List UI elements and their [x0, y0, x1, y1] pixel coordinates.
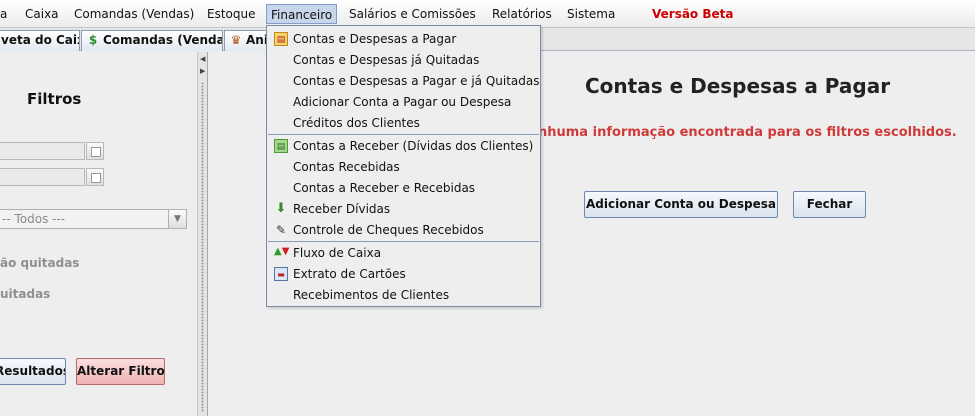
menu-partial[interactable]: a — [0, 4, 7, 24]
alter-filters-button[interactable]: Alterar Filtros — [76, 358, 165, 385]
tab-label: Comandas (Vendas) — [103, 33, 222, 47]
beta-label: Versão Beta — [652, 7, 734, 21]
splitter-grip — [201, 82, 204, 412]
page-title: Contas e Despesas a Pagar — [585, 74, 891, 98]
menu-salarios[interactable]: Salários e Comissões — [349, 4, 476, 24]
dollar-icon: $ — [88, 33, 98, 47]
menu-item-label: Contas e Despesas a Pagar e já Quitadas — [293, 74, 540, 88]
menu-item-contas-quitadas[interactable]: Contas e Despesas já Quitadas — [267, 50, 540, 71]
collapse-left-icon[interactable]: ◀ — [200, 55, 205, 63]
date-start-field[interactable] — [0, 142, 85, 160]
status-select[interactable]: -- Todos --- ▼ — [0, 209, 187, 229]
menu-item-receber-recebidas[interactable]: Contas a Receber e Recebidas — [267, 178, 540, 199]
results-button[interactable]: Resultados — [0, 358, 66, 385]
menu-item-label: Extrato de Cartões — [293, 267, 406, 281]
tab-animais[interactable]: ♛ Ani — [224, 30, 268, 51]
menu-item-label: Contas Recebidas — [293, 160, 400, 174]
menu-item-label: Contas a Receber (Dívidas dos Clientes) — [293, 139, 534, 153]
menu-item-contas-receber[interactable]: ▤ Contas a Receber (Dívidas dos Clientes… — [267, 136, 540, 157]
menu-estoque[interactable]: Estoque — [207, 4, 256, 24]
menu-item-label: Contas a Receber e Recebidas — [293, 181, 476, 195]
menu-item-receber-dividas[interactable]: ⬇ Receber Dívidas — [267, 199, 540, 220]
checkbox-nao-quitadas[interactable]: ão quitadas — [0, 256, 79, 270]
close-button[interactable]: Fechar — [793, 191, 866, 218]
receivable-icon: ▤ — [274, 139, 288, 153]
menubar: a Caixa Comandas (Vendas) Estoque Financ… — [0, 0, 975, 28]
menu-item-fluxo-caixa[interactable]: ▲▼ Fluxo de Caixa — [267, 243, 540, 264]
menu-item-label: Contas e Despesas a Pagar — [293, 32, 457, 46]
card-statement-icon: ▬ — [274, 267, 288, 281]
menu-item-creditos[interactable]: Créditos dos Clientes — [267, 113, 540, 134]
menu-sistema[interactable]: Sistema — [567, 4, 615, 24]
tab-label: veta do Caixa — [1, 33, 79, 47]
menu-caixa[interactable]: Caixa — [25, 4, 59, 24]
tab-caixa[interactable]: veta do Caixa — [0, 30, 80, 51]
menu-financeiro[interactable]: Financeiro — [266, 4, 338, 24]
menu-item-cheques[interactable]: ✎ Controle de Cheques Recebidos — [267, 220, 540, 241]
menu-item-contas-pagar[interactable]: ▤ Contas e Despesas a Pagar — [267, 29, 540, 50]
filters-title: Filtros — [27, 90, 82, 108]
financeiro-dropdown: ▤ Contas e Despesas a Pagar Contas e Des… — [266, 25, 541, 307]
bill-icon: ▤ — [274, 32, 288, 46]
filters-panel: Filtros -- Todos --- ▼ ão quitadas uitad… — [0, 52, 197, 416]
crown-icon: ♛ — [230, 33, 242, 47]
tab-label: Ani — [246, 33, 268, 47]
menu-item-contas-recebidas[interactable]: Contas Recebidas — [267, 157, 540, 178]
menu-item-extrato-cartoes[interactable]: ▬ Extrato de Cartões — [267, 264, 540, 285]
calendar-icon[interactable] — [86, 142, 104, 160]
menu-item-label: Controle de Cheques Recebidos — [293, 223, 484, 237]
menu-item-contas-pagar-quitadas[interactable]: Contas e Despesas a Pagar e já Quitadas — [267, 71, 540, 92]
menu-item-recebimentos[interactable]: Recebimentos de Clientes — [267, 285, 540, 306]
expand-right-icon[interactable]: ▶ — [200, 67, 205, 75]
menu-item-label: Contas e Despesas já Quitadas — [293, 53, 480, 67]
date-end-field[interactable] — [0, 168, 85, 186]
menu-relatorios[interactable]: Relatórios — [492, 4, 552, 24]
menu-item-label: Recebimentos de Clientes — [293, 288, 450, 302]
cash-flow-icon: ▲▼ — [274, 246, 290, 257]
menu-separator — [268, 134, 539, 135]
calendar-icon[interactable] — [86, 168, 104, 186]
menu-item-label: Receber Dívidas — [293, 202, 391, 216]
menu-item-label: Fluxo de Caixa — [293, 246, 382, 260]
menu-item-label: Adicionar Conta a Pagar ou Despesa — [293, 95, 512, 109]
menu-item-label: Créditos dos Clientes — [293, 116, 420, 130]
menu-comandas[interactable]: Comandas (Vendas) — [74, 4, 194, 24]
menu-item-adicionar-conta[interactable]: Adicionar Conta a Pagar ou Despesa — [267, 92, 540, 113]
chevron-down-icon[interactable]: ▼ — [168, 210, 186, 228]
money-bag-icon: ⬇ — [275, 201, 287, 216]
select-value: -- Todos --- — [2, 212, 66, 226]
checkbox-quitadas[interactable]: uitadas — [0, 287, 50, 301]
add-account-button[interactable]: Adicionar Conta ou Despesa — [584, 191, 778, 218]
empty-message: nhuma informação encontrada para os filt… — [538, 125, 957, 140]
pen-icon: ✎ — [275, 223, 287, 237]
menu-separator — [268, 241, 539, 242]
tab-comandas[interactable]: $ Comandas (Vendas) — [81, 30, 223, 51]
panel-splitter[interactable]: ◀ ▶ — [197, 52, 208, 416]
